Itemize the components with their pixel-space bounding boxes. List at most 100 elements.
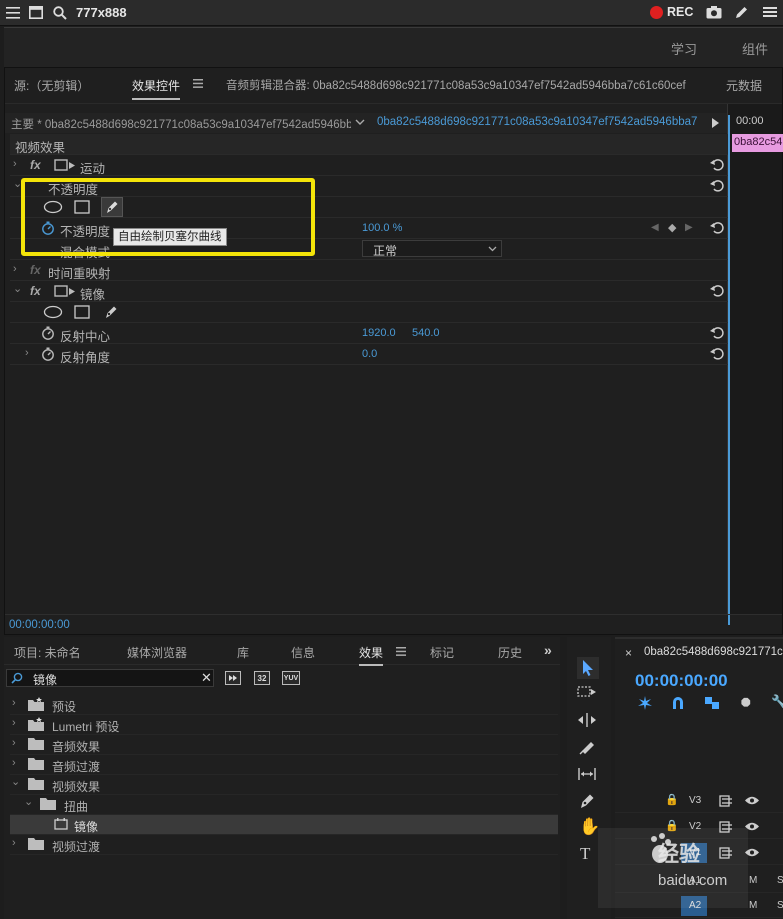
- expand-chevron-icon[interactable]: ›: [12, 757, 16, 769]
- sync-lock-icon[interactable]: [719, 795, 733, 807]
- expand-chevron-icon[interactable]: ›: [12, 737, 16, 749]
- prev-keyframe-icon[interactable]: ◀: [651, 222, 659, 233]
- collapse-chevron-icon[interactable]: ⌄: [24, 795, 33, 808]
- tab-info[interactable]: 信息: [291, 644, 315, 661]
- expand-chevron-icon[interactable]: ›: [25, 347, 29, 359]
- menu-icon[interactable]: [6, 6, 20, 19]
- expand-chevron-icon[interactable]: ›: [13, 158, 17, 170]
- linked-selection-icon[interactable]: [704, 696, 720, 710]
- list-item[interactable]: › 音频过渡: [10, 755, 558, 775]
- more-icon[interactable]: [763, 5, 777, 19]
- reset-icon[interactable]: [710, 326, 724, 340]
- chevron-down-icon[interactable]: [355, 119, 365, 126]
- workspace-tab-assembly[interactable]: 组件: [742, 39, 768, 58]
- list-item[interactable]: › 预设: [10, 695, 558, 715]
- effect-row-mirror[interactable]: ⌄ fx 镜像: [10, 281, 728, 302]
- hand-tool-icon[interactable]: ✋: [579, 817, 600, 837]
- list-item[interactable]: › 音频效果: [10, 735, 558, 755]
- type-tool-icon[interactable]: T: [580, 844, 590, 864]
- tab-source[interactable]: 源:（无剪辑）: [14, 77, 89, 94]
- track-select-tool-icon[interactable]: [577, 685, 597, 699]
- expand-chevron-icon[interactable]: ›: [12, 697, 16, 709]
- eye-icon[interactable]: [744, 795, 760, 806]
- keyframe-diamond-icon[interactable]: ◆: [668, 221, 676, 234]
- mute-button[interactable]: M: [749, 875, 757, 886]
- ripple-edit-tool-icon[interactable]: [577, 713, 597, 727]
- list-item[interactable]: › Lumetri 预设: [10, 715, 558, 735]
- list-item-selected[interactable]: 镜像: [10, 815, 558, 835]
- tab-menu-icon[interactable]: [396, 647, 406, 656]
- tab-audio-mixer[interactable]: 音频剪辑混合器: 0ba82c5488d698c921771c08a53c9a1…: [226, 77, 686, 93]
- tab-history[interactable]: 历史: [498, 644, 522, 661]
- reflect-angle-value[interactable]: 0.0: [362, 348, 377, 360]
- clear-search-icon[interactable]: ✕: [201, 670, 212, 686]
- razor-tool-icon[interactable]: [579, 739, 595, 755]
- effect-row-time-remap[interactable]: › fx 时间重映射: [10, 260, 728, 281]
- snap-nest-icon[interactable]: [637, 696, 653, 710]
- tab-menu-icon[interactable]: [193, 79, 203, 88]
- pen-icon[interactable]: [734, 5, 749, 20]
- pen-tool-icon[interactable]: [579, 793, 595, 809]
- reset-icon[interactable]: [710, 284, 724, 298]
- track-row-v3[interactable]: 🔒 V3: [615, 789, 783, 813]
- rectangle-mask-icon[interactable]: [74, 305, 90, 319]
- expand-chevron-icon[interactable]: ›: [13, 263, 17, 275]
- mute-button[interactable]: M: [749, 900, 757, 911]
- timeline-timecode[interactable]: 00:00:00:00: [635, 671, 728, 691]
- search-icon[interactable]: [53, 6, 67, 20]
- opacity-value[interactable]: 100.0 %: [362, 222, 402, 234]
- accelerated-filter-icon[interactable]: [225, 671, 241, 685]
- list-item[interactable]: › 视频过渡: [10, 835, 558, 855]
- workspace-tab-learn[interactable]: 学习: [671, 39, 697, 58]
- slip-tool-icon[interactable]: [577, 767, 597, 781]
- bezier-pen-icon[interactable]: [104, 305, 118, 319]
- fx-badge[interactable]: fx: [30, 284, 41, 298]
- stopwatch-icon[interactable]: [41, 347, 55, 361]
- camera-icon[interactable]: [706, 5, 722, 19]
- 32bit-filter-icon[interactable]: 32: [254, 671, 270, 685]
- marker-icon[interactable]: ⯃: [741, 696, 751, 711]
- blend-mode-select[interactable]: 正常: [362, 240, 502, 258]
- mini-timeline[interactable]: 00:00 0ba82c54: [727, 104, 783, 648]
- reflect-center-x[interactable]: 1920.0: [362, 327, 396, 339]
- overflow-chevron-icon[interactable]: »: [544, 642, 552, 658]
- solo-button[interactable]: S: [777, 875, 783, 886]
- tab-effect-controls[interactable]: 效果控件: [132, 77, 181, 100]
- reset-icon[interactable]: [710, 221, 724, 235]
- fx-badge[interactable]: fx: [30, 158, 41, 172]
- rec-button[interactable]: REC: [667, 5, 693, 19]
- clip-link[interactable]: 0ba82c5488d698c921771c08a53c9a10347ef754…: [377, 116, 697, 128]
- next-keyframe-icon[interactable]: ▶: [685, 222, 693, 233]
- reset-icon[interactable]: [710, 347, 724, 361]
- snap-magnet-icon[interactable]: [671, 696, 685, 710]
- tab-media-browser[interactable]: 媒体浏览器: [127, 644, 187, 661]
- yuv-filter-icon[interactable]: YUV: [282, 671, 300, 685]
- clip-chip[interactable]: 0ba82c54: [732, 134, 783, 152]
- list-item[interactable]: ⌄ 扭曲: [10, 795, 558, 815]
- tab-libraries[interactable]: 库: [237, 644, 249, 661]
- tab-metadata[interactable]: 元数据: [726, 77, 762, 94]
- effect-row-motion[interactable]: › fx 运动: [10, 155, 728, 176]
- play-triangle-icon[interactable]: [712, 118, 719, 128]
- effects-search-input[interactable]: 镜像 ✕: [6, 669, 214, 687]
- window-icon[interactable]: [29, 6, 43, 19]
- stopwatch-icon[interactable]: [41, 326, 55, 340]
- ec-timecode[interactable]: 00:00:00:00: [9, 619, 70, 631]
- reflect-center-y[interactable]: 540.0: [412, 327, 440, 339]
- tab-effects[interactable]: 效果: [359, 644, 384, 666]
- reset-icon[interactable]: [710, 158, 724, 172]
- collapse-chevron-icon[interactable]: ⌄: [13, 282, 22, 295]
- close-icon[interactable]: ×: [625, 646, 632, 660]
- reset-icon[interactable]: [710, 179, 724, 193]
- solo-button[interactable]: S: [777, 900, 783, 911]
- collapse-chevron-icon[interactable]: ⌄: [11, 775, 20, 788]
- selection-tool-icon[interactable]: [577, 657, 599, 679]
- ellipse-mask-icon[interactable]: [43, 305, 63, 319]
- playhead[interactable]: [728, 115, 730, 625]
- expand-chevron-icon[interactable]: ›: [12, 717, 16, 729]
- sequence-name[interactable]: 0ba82c5488d698c921771c08a5: [644, 646, 783, 658]
- lock-icon[interactable]: 🔒: [665, 793, 679, 806]
- tab-markers[interactable]: 标记: [430, 644, 454, 661]
- list-item[interactable]: ⌄ 视频效果: [10, 775, 558, 795]
- tab-project[interactable]: 项目: 未命名: [14, 644, 81, 661]
